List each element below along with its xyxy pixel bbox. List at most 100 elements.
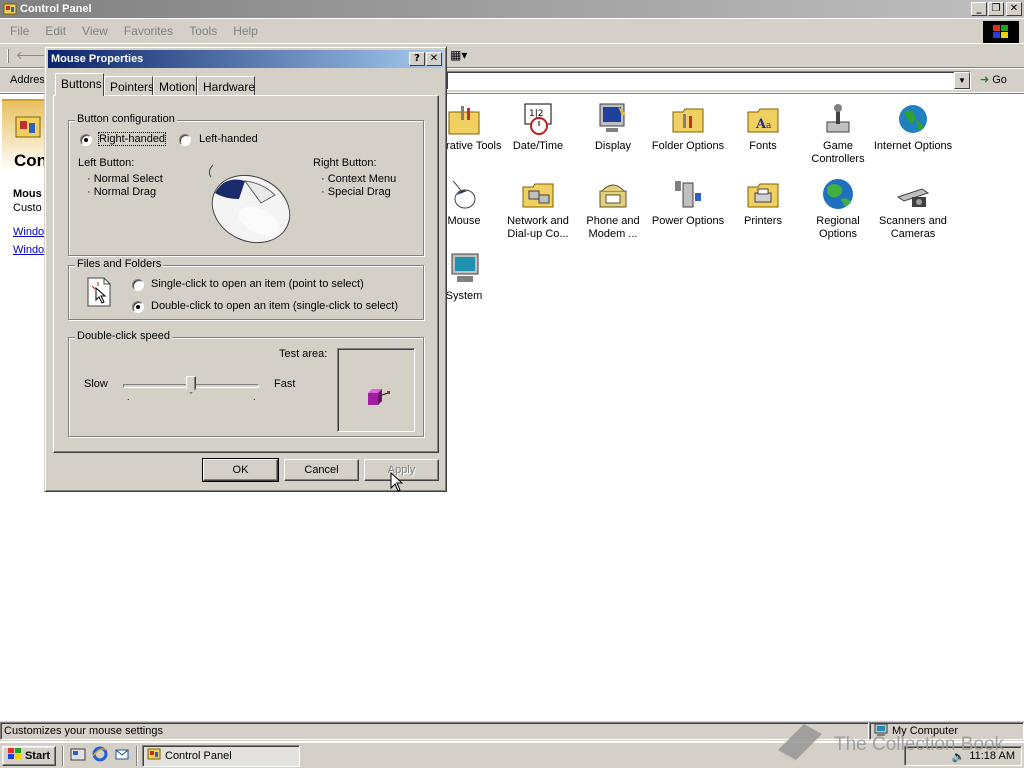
control-panel-large-icon bbox=[14, 113, 42, 141]
test-area-label: Test area: bbox=[279, 348, 328, 360]
radio-right-handed[interactable] bbox=[80, 134, 92, 146]
help-button[interactable]: ? bbox=[409, 52, 425, 66]
left-panel-subtext: Custo bbox=[13, 202, 42, 214]
regional-options-icon bbox=[821, 177, 855, 211]
slider-tick-min: . bbox=[127, 392, 130, 402]
phone-modem-icon bbox=[596, 177, 630, 211]
svg-text:a: a bbox=[766, 121, 772, 131]
cp-item-fonts[interactable]: Aa Fonts bbox=[723, 102, 803, 153]
document-click-icon bbox=[86, 276, 112, 308]
views-icon[interactable]: ▦▾ bbox=[450, 48, 467, 62]
windows-flag-icon bbox=[7, 748, 22, 763]
label-double-click[interactable]: Double-click to open an item (single-cli… bbox=[151, 300, 398, 312]
control-panel-icon bbox=[3, 2, 17, 16]
right-button-action-1: · Context Menu bbox=[321, 173, 397, 185]
left-panel-heading: Mous bbox=[13, 188, 42, 200]
left-panel-link-1[interactable]: Windo bbox=[13, 226, 44, 238]
mouse-icon bbox=[447, 177, 481, 211]
menu-bar: File Edit View Favorites Tools Help bbox=[0, 19, 1024, 44]
right-button-action-2: · Special Drag bbox=[321, 186, 391, 198]
tab-buttons[interactable]: Buttons bbox=[55, 73, 104, 96]
label-single-click[interactable]: Single-click to open an item (point to s… bbox=[151, 278, 364, 290]
taskbar-separator bbox=[62, 745, 64, 766]
taskbar-button-control-panel[interactable]: Control Panel bbox=[142, 744, 300, 767]
printers-icon bbox=[746, 177, 780, 211]
radio-double-click[interactable] bbox=[132, 301, 144, 313]
book-icon bbox=[774, 722, 826, 768]
group-files-folders: Files and Folders Single-click to open a… bbox=[68, 258, 424, 320]
left-panel-banner: Con bbox=[2, 99, 47, 171]
menu-favorites[interactable]: Favorites bbox=[124, 24, 173, 38]
cp-item-power-options[interactable]: Power Options bbox=[648, 177, 728, 228]
show-desktop-icon[interactable] bbox=[70, 746, 86, 765]
fonts-icon: Aa bbox=[746, 102, 780, 136]
main-window-titlebar[interactable]: Control Panel _ ❐ ✕ bbox=[0, 0, 1024, 18]
left-button-label: Left Button: bbox=[78, 157, 135, 169]
label-right-handed[interactable]: Right-handed bbox=[97, 132, 167, 146]
group-double-click-speed: Double-click speed Test area: Slow Fast … bbox=[68, 330, 424, 437]
address-label: Addres bbox=[10, 74, 45, 86]
dialog-title: Mouse Properties bbox=[51, 53, 144, 65]
tab-panel-buttons: Button configuration Right-handed Left-h… bbox=[53, 95, 439, 453]
mouse-illustration-icon bbox=[201, 159, 293, 247]
close-button[interactable]: ✕ bbox=[1006, 2, 1022, 16]
speed-slider-thumb[interactable] bbox=[186, 376, 196, 394]
go-button[interactable]: ➜ Go bbox=[980, 73, 1007, 87]
administrative-tools-icon bbox=[447, 102, 481, 136]
toolbar-grip bbox=[7, 49, 9, 63]
left-button-action-1: · Normal Select bbox=[87, 173, 163, 185]
menu-file[interactable]: File bbox=[10, 24, 29, 38]
cp-item-display[interactable]: Display bbox=[573, 102, 653, 153]
ok-button[interactable]: OK bbox=[202, 458, 279, 482]
left-panel-link-2[interactable]: Windo bbox=[13, 244, 44, 256]
mouse-cursor-icon bbox=[390, 471, 404, 496]
label-left-handed[interactable]: Left-handed bbox=[199, 133, 258, 145]
go-arrow-icon: ➜ bbox=[980, 74, 990, 86]
address-input[interactable]: ▼ bbox=[446, 71, 971, 90]
minimize-button[interactable]: _ bbox=[971, 2, 987, 16]
internet-options-icon bbox=[896, 102, 930, 136]
cancel-button[interactable]: Cancel bbox=[284, 459, 359, 481]
back-arrow-icon: 🡐 bbox=[16, 50, 46, 62]
cp-item-regional-options[interactable]: Regional Options bbox=[798, 177, 878, 241]
cp-item-date-time[interactable]: 1|2 Date/Time bbox=[498, 102, 578, 153]
tab-motion[interactable]: Motion bbox=[153, 76, 197, 95]
main-window-title: Control Panel bbox=[20, 3, 92, 15]
menu-tools[interactable]: Tools bbox=[189, 24, 217, 38]
cp-item-printers[interactable]: Printers bbox=[723, 177, 803, 228]
group-button-configuration: Button configuration Right-handed Left-h… bbox=[68, 113, 424, 256]
cp-item-network[interactable]: Network and Dial-up Co... bbox=[498, 177, 578, 241]
cp-item-phone-modem[interactable]: Phone and Modem ... bbox=[573, 177, 653, 241]
restore-button[interactable]: ❐ bbox=[988, 2, 1004, 16]
test-area[interactable] bbox=[337, 348, 415, 432]
test-jack-in-box-icon bbox=[366, 387, 392, 410]
menu-view[interactable]: View bbox=[82, 24, 108, 38]
folder-options-icon bbox=[671, 102, 705, 136]
dialog-close-button[interactable]: ✕ bbox=[426, 52, 442, 66]
cp-item-game-controllers[interactable]: Game Controllers bbox=[798, 102, 878, 166]
cp-item-scanners-cameras[interactable]: Scanners and Cameras bbox=[873, 177, 953, 241]
watermark: The Collection Book bbox=[774, 722, 1004, 768]
radio-single-click[interactable] bbox=[132, 279, 144, 291]
right-button-label: Right Button: bbox=[313, 157, 377, 169]
windows-logo-icon bbox=[983, 21, 1019, 43]
cp-item-folder-options[interactable]: Folder Options bbox=[648, 102, 728, 153]
status-text: Customizes your mouse settings bbox=[0, 722, 869, 740]
outlook-express-icon[interactable] bbox=[114, 746, 130, 765]
game-controllers-icon bbox=[821, 102, 855, 136]
menu-edit[interactable]: Edit bbox=[45, 24, 66, 38]
cp-item-internet-options[interactable]: Internet Options bbox=[873, 102, 953, 153]
date-time-icon: 1|2 bbox=[521, 102, 555, 136]
tab-hardware[interactable]: Hardware bbox=[197, 76, 255, 95]
internet-explorer-icon[interactable] bbox=[92, 746, 108, 765]
system-icon bbox=[447, 252, 481, 286]
tab-pointers[interactable]: Pointers bbox=[104, 76, 154, 95]
start-button[interactable]: Start bbox=[2, 745, 56, 766]
slow-label: Slow bbox=[84, 378, 108, 390]
menu-help[interactable]: Help bbox=[233, 24, 258, 38]
scanners-cameras-icon bbox=[896, 177, 930, 211]
address-dropdown-icon[interactable]: ▼ bbox=[954, 72, 970, 89]
dialog-titlebar[interactable]: Mouse Properties ? ✕ bbox=[48, 50, 443, 68]
radio-left-handed[interactable] bbox=[179, 134, 191, 146]
control-panel-small-icon bbox=[147, 747, 161, 764]
